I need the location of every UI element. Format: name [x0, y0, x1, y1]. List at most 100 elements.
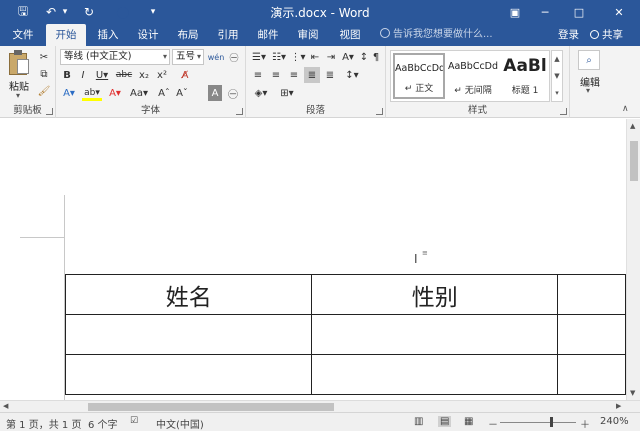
- distributed-button[interactable]: ≣: [322, 67, 338, 83]
- line-spacing-button[interactable]: ↕▾: [342, 67, 362, 83]
- shrink-font-button[interactable]: Aˇ: [174, 85, 190, 101]
- italic-button[interactable]: I: [76, 67, 90, 83]
- web-layout-icon[interactable]: ▦: [464, 416, 473, 427]
- tab-references[interactable]: 引用: [210, 24, 246, 46]
- collapse-ribbon-icon[interactable]: ∧: [622, 104, 629, 114]
- language[interactable]: 中文(中国): [156, 416, 204, 431]
- cut-icon[interactable]: ✂: [36, 49, 52, 65]
- word-count[interactable]: 6 个字: [88, 416, 118, 431]
- highlight-button[interactable]: ab▾: [82, 85, 102, 101]
- maximize-icon[interactable]: □: [564, 0, 594, 24]
- show-marks-button[interactable]: ¶: [370, 49, 382, 65]
- chinese-layout-button[interactable]: A▾: [340, 49, 356, 65]
- font-color-button[interactable]: A▾: [106, 85, 124, 101]
- tab-design[interactable]: 设计: [130, 24, 166, 46]
- font-name-dropdown[interactable]: 等线 (中文正文) ▾: [60, 49, 170, 65]
- decrease-indent-button[interactable]: ⇤: [308, 49, 322, 65]
- tab-view[interactable]: 视图: [332, 24, 368, 46]
- zoom-out-button[interactable]: －: [488, 416, 498, 431]
- numbering-button[interactable]: ☷▾: [270, 49, 288, 65]
- tab-review[interactable]: 审阅: [290, 24, 326, 46]
- change-case-button[interactable]: Aa▾: [128, 85, 150, 101]
- table-cell-gender-header[interactable]: 性别: [311, 274, 558, 315]
- clipboard-launcher-icon[interactable]: [46, 108, 53, 115]
- format-painter-icon[interactable]: 🖌: [36, 83, 52, 99]
- clear-formatting-button[interactable]: A̸: [176, 67, 194, 83]
- font-launcher-icon[interactable]: [236, 108, 243, 115]
- styles-launcher-icon[interactable]: [560, 108, 567, 115]
- bold-button[interactable]: B: [60, 67, 74, 83]
- text-effects-button[interactable]: A▾: [60, 85, 78, 101]
- scrollbar-thumb[interactable]: [630, 141, 638, 181]
- align-left-button[interactable]: ≡: [250, 67, 266, 83]
- tab-mailings[interactable]: 邮件: [250, 24, 286, 46]
- scroll-left-icon[interactable]: ◀: [3, 402, 8, 410]
- align-center-button[interactable]: ≡: [268, 67, 284, 83]
- table-cell[interactable]: [64, 354, 313, 395]
- read-mode-icon[interactable]: ▥: [414, 416, 423, 427]
- scroll-up-icon[interactable]: ▲: [630, 122, 635, 130]
- enclose-char2-button[interactable]: ㊀: [226, 85, 240, 101]
- paste-dropdown-icon[interactable]: ▾: [16, 91, 20, 100]
- zoom-slider-thumb[interactable]: [550, 417, 553, 427]
- sign-in-link[interactable]: 登录: [558, 24, 579, 46]
- sort-button[interactable]: ↕: [358, 49, 370, 65]
- superscript-button[interactable]: x²: [154, 67, 170, 83]
- tab-insert[interactable]: 插入: [90, 24, 126, 46]
- proofing-icon[interactable]: ☑: [130, 416, 138, 426]
- document-area[interactable]: I ≡ 姓名 性别: [0, 119, 626, 400]
- document-table[interactable]: 姓名 性别: [64, 274, 626, 395]
- print-layout-icon[interactable]: ▤: [438, 416, 452, 427]
- style-no-spacing[interactable]: AaBbCcDd ↵ 无间隔: [447, 53, 499, 99]
- tab-home[interactable]: 开始: [46, 24, 86, 46]
- page-count[interactable]: 第 1 页，共 1 页: [6, 416, 81, 431]
- underline-button[interactable]: U▾: [92, 67, 112, 83]
- phonetic-guide-button[interactable]: wén: [208, 49, 225, 65]
- paste-icon[interactable]: [8, 50, 30, 76]
- multilevel-list-button[interactable]: ⋮▾: [290, 49, 306, 65]
- strikethrough-button[interactable]: abc: [114, 67, 134, 83]
- copy-icon[interactable]: ⧉: [36, 66, 52, 82]
- paragraph-launcher-icon[interactable]: [376, 108, 383, 115]
- minimize-icon[interactable]: ─: [530, 0, 560, 24]
- zoom-in-button[interactable]: ＋: [580, 416, 590, 431]
- zoom-slider[interactable]: [500, 422, 576, 423]
- justify-button[interactable]: ≣: [304, 67, 320, 83]
- align-right-button[interactable]: ≡: [286, 67, 302, 83]
- scroll-down-icon[interactable]: ▼: [630, 389, 635, 397]
- find-icon[interactable]: ⌕: [578, 50, 600, 70]
- table-cell[interactable]: [556, 354, 626, 395]
- share-button[interactable]: 共享: [590, 24, 623, 46]
- paragraph-mark-icon: ≡: [422, 249, 428, 257]
- subscript-button[interactable]: x₂: [136, 67, 152, 83]
- styles-gallery-scroll[interactable]: ▲ ▼ ▾: [551, 50, 563, 102]
- scrollbar-thumb[interactable]: [88, 403, 334, 411]
- horizontal-scrollbar[interactable]: ◀ ▶: [0, 400, 640, 412]
- enclose-char-button[interactable]: ㊀: [226, 49, 242, 65]
- vertical-scrollbar[interactable]: ▲ ▼: [626, 119, 640, 400]
- borders-button[interactable]: ⊞▾: [276, 85, 298, 101]
- tell-me-box[interactable]: 告诉我您想要做什么...: [380, 24, 493, 46]
- increase-indent-button[interactable]: ⇥: [324, 49, 338, 65]
- font-size-dropdown[interactable]: 五号 ▾: [172, 49, 204, 65]
- table-cell-name-header[interactable]: 姓名: [64, 274, 313, 315]
- style-name: ↵ 正文: [404, 84, 434, 94]
- scroll-right-icon[interactable]: ▶: [616, 402, 621, 410]
- tab-layout[interactable]: 布局: [170, 24, 206, 46]
- table-cell[interactable]: [556, 274, 626, 315]
- table-cell[interactable]: [311, 354, 558, 395]
- ribbon-display-options-icon[interactable]: ▣: [500, 0, 530, 24]
- tab-file[interactable]: 文件: [4, 24, 42, 46]
- style-normal[interactable]: AaBbCcDd ↵ 正文: [393, 53, 445, 99]
- grow-font-button[interactable]: Aˆ: [156, 85, 172, 101]
- style-heading-1[interactable]: AaBl 标题 1: [499, 53, 551, 99]
- char-shading-button[interactable]: A: [208, 85, 222, 101]
- chevron-down-icon[interactable]: ▾: [586, 86, 590, 95]
- table-cell[interactable]: [556, 314, 626, 355]
- table-cell[interactable]: [311, 314, 558, 355]
- bullets-button[interactable]: ☰▾: [250, 49, 268, 65]
- zoom-level[interactable]: 240%: [600, 416, 629, 427]
- shading-button[interactable]: ◈▾: [250, 85, 272, 101]
- table-cell[interactable]: [64, 314, 313, 355]
- close-icon[interactable]: ✕: [604, 0, 634, 24]
